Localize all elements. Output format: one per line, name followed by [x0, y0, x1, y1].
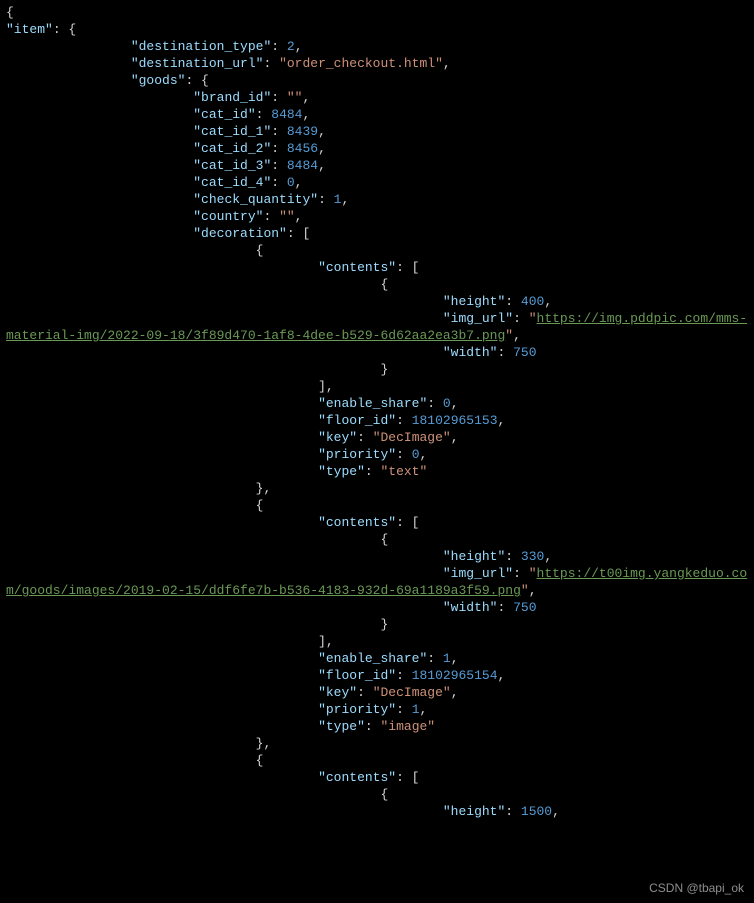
json-code-block: { "item": { "destination_type": 2, "dest…	[0, 0, 754, 820]
watermark-text: CSDN @tbapi_ok	[649, 881, 744, 895]
